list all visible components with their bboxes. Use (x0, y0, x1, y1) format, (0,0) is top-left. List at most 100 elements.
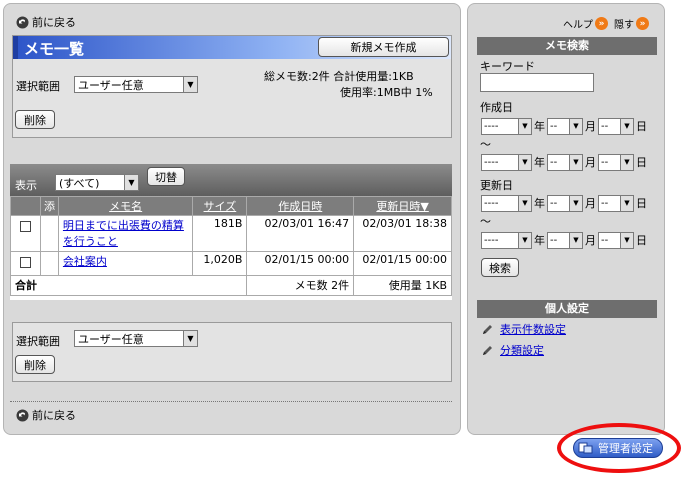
memo-table: 添 メモ名 サイズ 作成日時 更新日時▼ 明日までに出張費の精算を行うこと 18… (9, 196, 452, 296)
year-unit: 年 (534, 120, 545, 133)
month-unit: 月 (585, 156, 596, 169)
highlight-ring (557, 423, 681, 473)
chevron-down-icon: ▼ (569, 232, 582, 248)
col-size-header[interactable]: サイズ (192, 196, 248, 216)
year-unit: 年 (534, 197, 545, 210)
year-unit: 年 (534, 156, 545, 169)
created-from-row: ---- ▼ 年 -- ▼ 月 -- ▼ 日 (481, 117, 649, 135)
pencil-icon (483, 324, 492, 334)
scope-select-value: ユーザー任意 (78, 78, 144, 92)
attach-cell (39, 251, 59, 276)
hide-arrow-icon: » (636, 17, 649, 30)
created-from-year-select[interactable]: ---- ▼ (481, 117, 532, 135)
created-date-label: 作成日 (480, 101, 513, 114)
display-filter-select[interactable]: (すべて) ▼ (55, 174, 139, 191)
pencil-icon (483, 345, 492, 355)
table-total-row: 合計 メモ数 2件 使用量 1KB (9, 275, 452, 296)
help-arrow-icon: » (595, 17, 608, 30)
size-cell: 181B (192, 215, 248, 252)
month-unit: 月 (585, 234, 596, 247)
created-cell: 02/03/01 16:47 (246, 215, 355, 252)
memo-name-link[interactable]: 明日までに出張費の精算を行うこと (63, 219, 184, 248)
chevron-down-icon: ▼ (518, 118, 531, 134)
total-count: メモ数 2件 (246, 275, 355, 296)
updated-from-year-select[interactable]: ---- ▼ (481, 194, 532, 212)
delete-button-top[interactable]: 削除 (15, 110, 55, 129)
new-memo-button[interactable]: 新規メモ作成 (318, 37, 449, 57)
chevron-down-icon: ▼ (620, 232, 633, 248)
category-setting-link[interactable]: 分類設定 (481, 342, 544, 358)
search-button[interactable]: 検索 (481, 258, 519, 277)
chevron-down-icon: ▼ (620, 154, 633, 170)
updated-range-tilde: ～ (480, 215, 491, 228)
delete-button-bottom[interactable]: 削除 (15, 355, 55, 374)
created-from-day-select[interactable]: -- ▼ (598, 117, 634, 135)
total-usage: 使用量 1KB (353, 275, 452, 296)
scope-label-bottom: 選択範囲 (16, 335, 60, 348)
chevron-down-icon: ▼ (124, 175, 138, 190)
col-updated-header[interactable]: 更新日時▼ (353, 196, 452, 216)
attach-cell (39, 215, 59, 252)
day-unit: 日 (636, 234, 647, 247)
chevron-down-icon: ▼ (620, 195, 633, 211)
display-count-setting-link[interactable]: 表示件数設定 (481, 321, 566, 337)
back-link-top[interactable]: 前に戻る (16, 14, 76, 30)
updated-cell: 02/01/15 00:00 (353, 251, 452, 276)
created-to-year-select[interactable]: ---- ▼ (481, 153, 532, 171)
table-header-row: 添 メモ名 サイズ 作成日時 更新日時▼ (10, 196, 452, 216)
chevron-down-icon: ▼ (620, 118, 633, 134)
display-label: 表示 (15, 179, 37, 192)
chevron-down-icon: ▼ (569, 118, 582, 134)
back-arrow-icon (16, 409, 29, 421)
updated-to-year-select[interactable]: ---- ▼ (481, 231, 532, 249)
created-cell: 02/01/15 00:00 (246, 251, 355, 276)
back-link-bottom[interactable]: 前に戻る (16, 407, 76, 423)
chevron-down-icon: ▼ (569, 195, 582, 211)
col-name-header[interactable]: メモ名 (57, 196, 194, 216)
updated-cell: 02/03/01 18:38 (353, 215, 452, 252)
keyword-label: キーワード (480, 60, 535, 73)
back-link-label: 前に戻る (32, 409, 76, 422)
year-unit: 年 (534, 234, 545, 247)
updated-from-day-select[interactable]: -- ▼ (598, 194, 634, 212)
scope-select-bottom[interactable]: ユーザー任意 ▼ (74, 330, 198, 347)
size-cell: 1,020B (192, 251, 248, 276)
row-checkbox[interactable] (19, 257, 31, 268)
updated-to-month-select[interactable]: -- ▼ (547, 231, 583, 249)
total-label: 合計 (9, 275, 248, 296)
month-unit: 月 (585, 120, 596, 133)
created-from-month-select[interactable]: -- ▼ (547, 117, 583, 135)
hide-label: 隠す (614, 20, 634, 31)
scope-select[interactable]: ユーザー任意 ▼ (74, 76, 198, 93)
display-count-setting-label: 表示件数設定 (500, 323, 566, 336)
memo-name-link[interactable]: 会社案内 (63, 255, 107, 268)
updated-from-row: ---- ▼ 年 -- ▼ 月 -- ▼ 日 (481, 194, 649, 212)
category-setting-label: 分類設定 (500, 344, 544, 357)
updated-to-day-select[interactable]: -- ▼ (598, 231, 634, 249)
chevron-down-icon: ▼ (518, 195, 531, 211)
display-filter-value: (すべて) (59, 176, 100, 190)
switch-button[interactable]: 切替 (147, 167, 185, 186)
col-created-header[interactable]: 作成日時 (246, 196, 355, 216)
divider (10, 401, 452, 402)
updated-to-row: ---- ▼ 年 -- ▼ 月 -- ▼ 日 (481, 231, 649, 249)
help-link[interactable]: ヘルプ » (563, 16, 608, 31)
table-row: 明日までに出張費の精算を行うこと 181B 02/03/01 16:47 02/… (10, 215, 452, 252)
month-unit: 月 (585, 197, 596, 210)
keyword-input[interactable] (480, 73, 594, 92)
updated-from-month-select[interactable]: -- ▼ (547, 194, 583, 212)
created-to-row: ---- ▼ 年 -- ▼ 月 -- ▼ 日 (481, 153, 649, 171)
created-to-day-select[interactable]: -- ▼ (598, 153, 634, 171)
hide-link[interactable]: 隠す » (614, 16, 649, 31)
created-to-month-select[interactable]: -- ▼ (547, 153, 583, 171)
row-checkbox[interactable] (19, 221, 31, 232)
day-unit: 日 (636, 197, 647, 210)
chevron-down-icon: ▼ (183, 331, 197, 346)
back-link-label: 前に戻る (32, 16, 76, 29)
day-unit: 日 (636, 156, 647, 169)
back-arrow-icon (16, 16, 29, 28)
summary-total: 総メモ数:2件 合計使用量:1KB (264, 70, 414, 83)
personal-settings-title: 個人設定 (477, 300, 657, 318)
summary-usage: 使用率:1MB中 1% (340, 86, 433, 99)
scope-select-bottom-value: ユーザー任意 (78, 332, 144, 346)
